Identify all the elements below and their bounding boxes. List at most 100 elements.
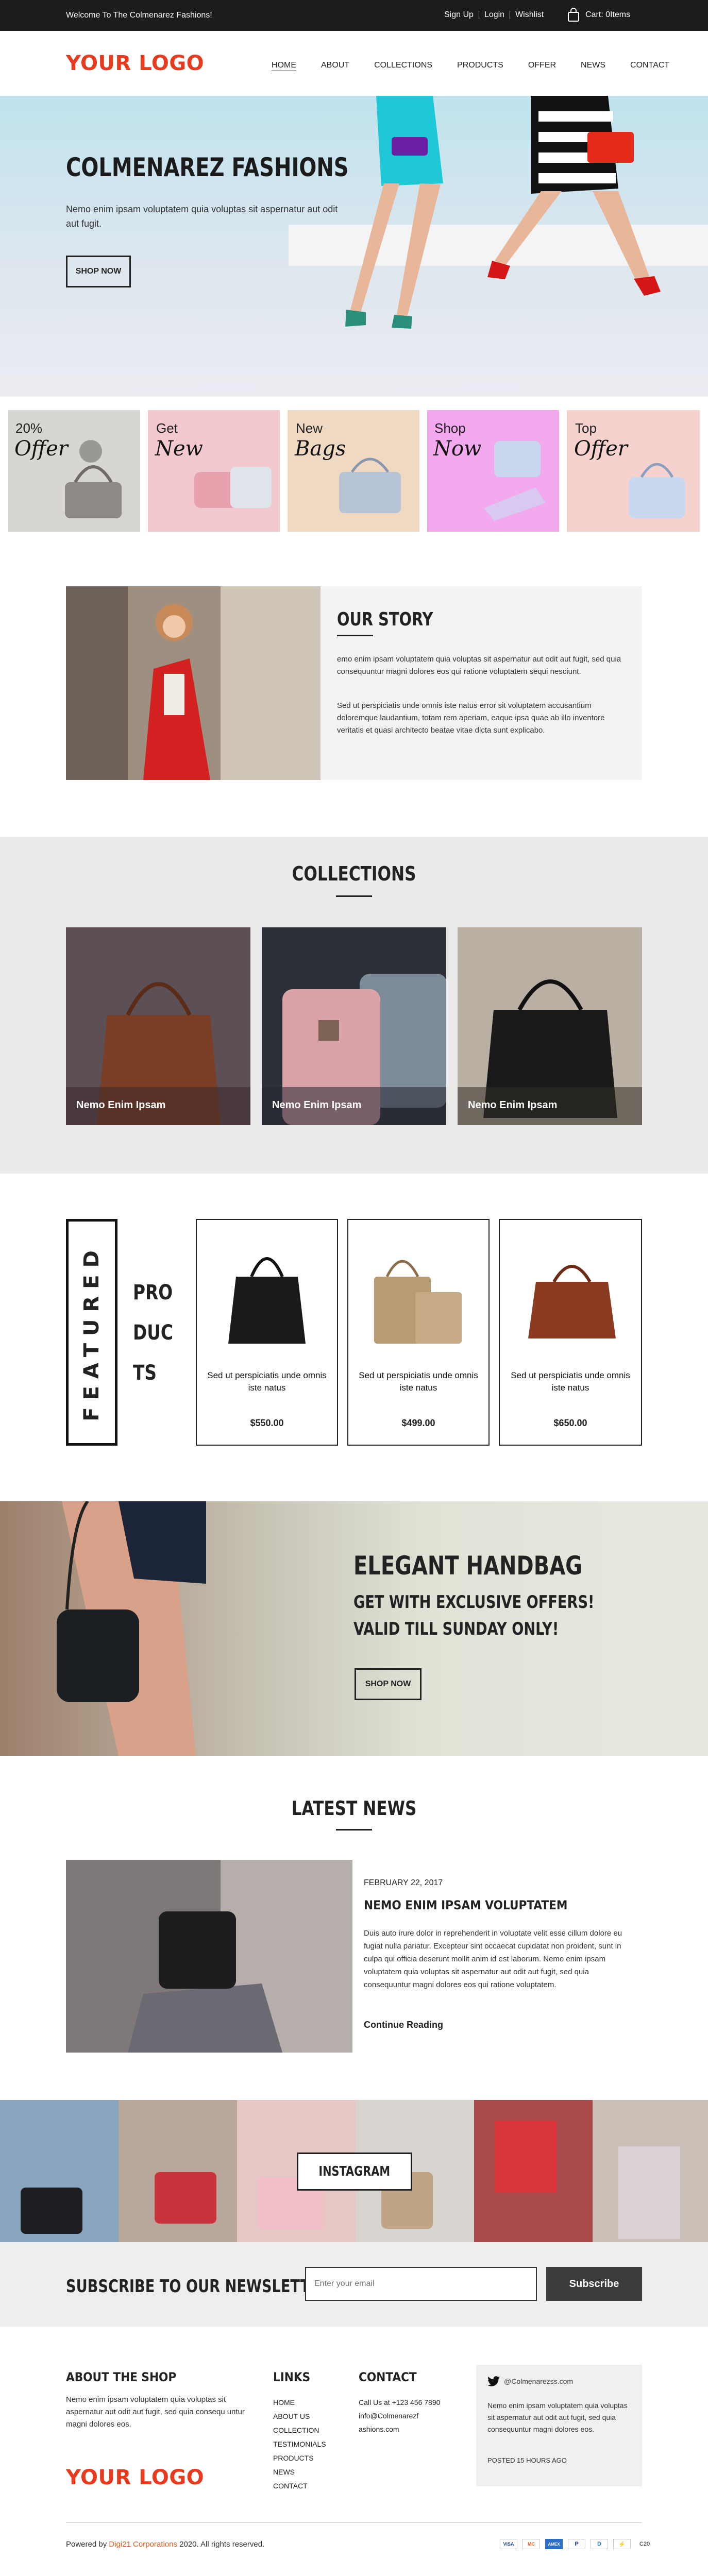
story-section: OUR STORY emo enim ipsam voluptatem quia… [66, 586, 642, 780]
site-logo[interactable]: YOUR LOGO [66, 52, 204, 75]
product-card-1[interactable]: Sed ut perspiciatis unde omnis iste natu… [196, 1219, 338, 1446]
footer-contact-phone[interactable]: Call Us at +123 456 7890 [359, 2396, 440, 2409]
offer-shop-now-button[interactable]: SHOP NOW [355, 1668, 422, 1700]
collection-card-1[interactable]: Nemo Enim Ipsam [66, 927, 250, 1125]
featured-word: PRO DUC TS [133, 1273, 173, 1393]
collections-title: COLLECTIONS [292, 862, 416, 885]
nav-collections[interactable]: COLLECTIONS [374, 61, 432, 70]
promo-3-line1: New [296, 420, 323, 436]
welcome-text: Welcome To The Colmenarez Fashions! [66, 11, 212, 20]
copyright-line: Powered by Digi21 Corporations 2020. All… [66, 2540, 264, 2549]
footer-link-about[interactable]: ABOUT US [273, 2410, 326, 2424]
promo-2-line1: Get [156, 420, 178, 436]
footer-link-products[interactable]: PRODUCTS [273, 2451, 326, 2465]
collections-underline [336, 895, 372, 897]
visa-icon: VISA [500, 2539, 517, 2549]
footer-contact-email-2[interactable]: ashions.com [359, 2422, 440, 2436]
promo-4-image [484, 441, 546, 521]
collections-section: COLLECTIONS Nemo Enim Ipsam Nemo Enim Ip… [0, 837, 708, 1174]
nav-about[interactable]: ABOUT [321, 61, 349, 70]
footer-link-collection[interactable]: COLLECTION [273, 2424, 326, 2437]
twitter-widget: @Colmenarezss.com Nemo enim ipsam volupt… [476, 2365, 642, 2486]
promo-5-line1: Top [575, 420, 597, 436]
nav-offer[interactable]: OFFER [528, 61, 556, 70]
promo-2-line2: New [155, 437, 203, 461]
news-underline [336, 1829, 372, 1831]
footer-link-home[interactable]: HOME [273, 2396, 326, 2410]
nav-home[interactable]: HOME [272, 61, 296, 70]
payment-icons: VISA MC AMEX P D ⚡ C20 [500, 2539, 653, 2549]
newsletter-email-input[interactable] [305, 2267, 537, 2301]
promo-tile-4[interactable]: Shop Now [427, 410, 559, 532]
instagram-label: INSTAGRAM [318, 2164, 391, 2179]
footer-contact-list: Call Us at +123 456 7890 info@Colmenarez… [359, 2396, 440, 2436]
product-card-3[interactable]: Sed ut perspiciatis unde omnis iste natu… [499, 1219, 642, 1446]
offer-title: ELEGANT HANDBAG [353, 1551, 583, 1581]
twitter-icon[interactable] [487, 2376, 500, 2386]
nav-products[interactable]: PRODUCTS [457, 61, 503, 70]
news-title: LATEST NEWS [291, 1797, 417, 1820]
promo-tile-2[interactable]: Get New [148, 410, 280, 532]
footer-link-news[interactable]: NEWS [273, 2465, 326, 2479]
story-paragraph-2: Sed ut perspiciatis unde omnis iste natu… [337, 701, 605, 735]
hero-banner: COLMENAREZ FASHIONS Nemo enim ipsam volu… [0, 96, 708, 397]
footer-link-testimonials[interactable]: TESTIMONIALS [273, 2437, 326, 2451]
news-headline[interactable]: NEMO ENIM IPSAM VOLUPTATEM [364, 1898, 567, 1912]
promo-tile-3[interactable]: New Bags [288, 410, 419, 532]
paypal-icon: P [568, 2539, 585, 2549]
tweet-posted-time: POSTED 15 HOURS AGO [487, 2456, 567, 2464]
twitter-handle[interactable]: @Colmenarezss.com [504, 2377, 573, 2385]
cart-link[interactable]: Cart: 0Items [567, 8, 630, 22]
collection-card-3[interactable]: Nemo Enim Ipsam [458, 927, 642, 1125]
product-3-image [528, 1265, 616, 1338]
login-link[interactable]: Login [479, 11, 511, 19]
product-2-price: $499.00 [401, 1418, 435, 1428]
powered-brand-link[interactable]: Digi21 Corporations [109, 2540, 177, 2549]
promo-tile-1[interactable]: 20% Offer [8, 410, 140, 532]
nav-news[interactable]: NEWS [581, 61, 605, 70]
footer-contact-title: CONTACT [359, 2370, 417, 2384]
featured-word-1: PRO [133, 1281, 173, 1304]
wishlist-link[interactable]: Wishlist [510, 11, 549, 19]
promo-4-line2: Now [433, 437, 482, 461]
newsletter-subscribe-button[interactable]: Subscribe [546, 2267, 642, 2301]
hero-text: Nemo enim ipsam voluptatem quia voluptas… [66, 204, 338, 229]
hero-image [289, 96, 708, 329]
promo-5-image [629, 463, 685, 518]
nav-contact[interactable]: CONTACT [630, 61, 669, 70]
c20-icon: C20 [639, 2541, 650, 2547]
hero-shop-now-button[interactable]: SHOP NOW [66, 256, 131, 287]
instagram-strip: INSTAGRAM [0, 2100, 708, 2242]
diners-icon: D [591, 2539, 608, 2549]
news-continue-reading-link[interactable]: Continue Reading [364, 2020, 443, 2030]
featured-word-2: DUC [133, 1321, 173, 1345]
promo-4-line1: Shop [434, 420, 466, 436]
promo-3-image [339, 457, 401, 513]
offer-image [57, 1501, 206, 1756]
footer-about-title: ABOUT THE SHOP [66, 2370, 177, 2384]
news-image [66, 1860, 352, 2053]
story-title: OUR STORY [337, 609, 433, 630]
collection-card-2[interactable]: Nemo Enim Ipsam [262, 927, 447, 1125]
footer-link-contact[interactable]: CONTACT [273, 2479, 326, 2493]
story-image [66, 586, 321, 780]
product-1-image [228, 1257, 306, 1344]
instagram-label-box[interactable]: INSTAGRAM [297, 2153, 412, 2191]
news-date: FEBRUARY 22, 2017 [364, 1878, 443, 1887]
footer-contact-email-1[interactable]: info@Colmenarezf [359, 2409, 440, 2422]
footer-logo[interactable]: YOUR LOGO [66, 2466, 204, 2489]
news-text: Duis auto irure dolor in reprehenderit i… [364, 1929, 622, 1989]
offer-line-1: GET WITH EXCLUSIVE OFFERS! [353, 1592, 595, 1613]
featured-vertical-box: FEATURED [66, 1219, 117, 1446]
signup-link[interactable]: Sign Up [439, 11, 479, 19]
collection-3-label: Nemo Enim Ipsam [468, 1099, 558, 1111]
main-nav: HOME ABOUT COLLECTIONS PRODUCTS OFFER NE… [272, 61, 669, 70]
product-2-desc: Sed ut perspiciatis unde omnis iste natu… [359, 1370, 478, 1393]
amex-icon: AMEX [545, 2539, 563, 2549]
product-card-2[interactable]: Sed ut perspiciatis unde omnis iste natu… [347, 1219, 490, 1446]
promo-tile-5[interactable]: Top Offer [567, 410, 700, 532]
collection-2-label: Nemo Enim Ipsam [272, 1099, 362, 1111]
story-paragraph-1: emo enim ipsam voluptatem quia voluptas … [337, 655, 621, 676]
promo-1-line2: Offer [14, 437, 68, 461]
footer-links-title: LINKS [273, 2370, 311, 2384]
